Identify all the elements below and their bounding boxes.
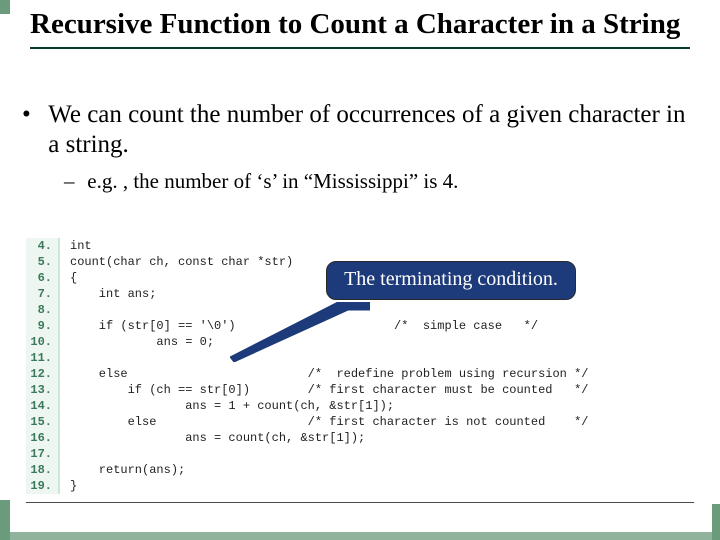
bullet-level1: • We can count the number of occurrences… [22,100,698,160]
line-number: 18. [26,462,60,478]
decor-corner-bl [0,500,10,540]
footer-rule [26,502,694,503]
code-line: else /* redefine problem using recursion… [60,366,694,382]
line-number: 5. [26,254,60,270]
code-line: ans = 1 + count(ch, &str[1]); [60,398,694,414]
decor-edge-bottom [0,532,720,540]
bullet2-text: e.g. , the number of ‘s’ in “Mississippi… [87,169,458,193]
line-number: 9. [26,318,60,334]
bullet-dot-icon: • [22,100,42,130]
code-line: ans = 0; [60,334,694,350]
line-number: 7. [26,286,60,302]
line-number: 13. [26,382,60,398]
slide-title: Recursive Function to Count a Character … [30,8,690,49]
line-number: 4. [26,238,60,254]
code-line: ans = count(ch, &str[1]); [60,430,694,446]
bullet1-text: We can count the number of occurrences o… [48,100,694,160]
line-number: 15. [26,414,60,430]
line-number: 16. [26,430,60,446]
line-number: 10. [26,334,60,350]
bullet-dash-icon: – [64,168,82,195]
decor-corner-br [712,504,720,540]
line-number: 8. [26,302,60,318]
line-number: 6. [26,270,60,286]
callout-text: The terminating condition. [344,268,558,290]
code-line: if (ch == str[0]) /* first character mus… [60,382,694,398]
decor-corner-tl [0,0,10,14]
line-number: 17. [26,446,60,462]
line-number: 19. [26,478,60,494]
bullet-level2: – e.g. , the number of ‘s’ in “Mississip… [64,168,698,195]
code-line: } [60,478,694,494]
code-line: return(ans); [60,462,694,478]
code-line: else /* first character is not counted *… [60,414,694,430]
slide-body: • We can count the number of occurrences… [22,100,698,195]
code-line: int [60,238,694,254]
line-number: 12. [26,366,60,382]
code-line: if (str[0] == '\0') /* simple case */ [60,318,694,334]
line-number: 14. [26,398,60,414]
callout-box: The terminating condition. [326,261,576,300]
line-number: 11. [26,350,60,366]
slide: Recursive Function to Count a Character … [0,0,720,540]
